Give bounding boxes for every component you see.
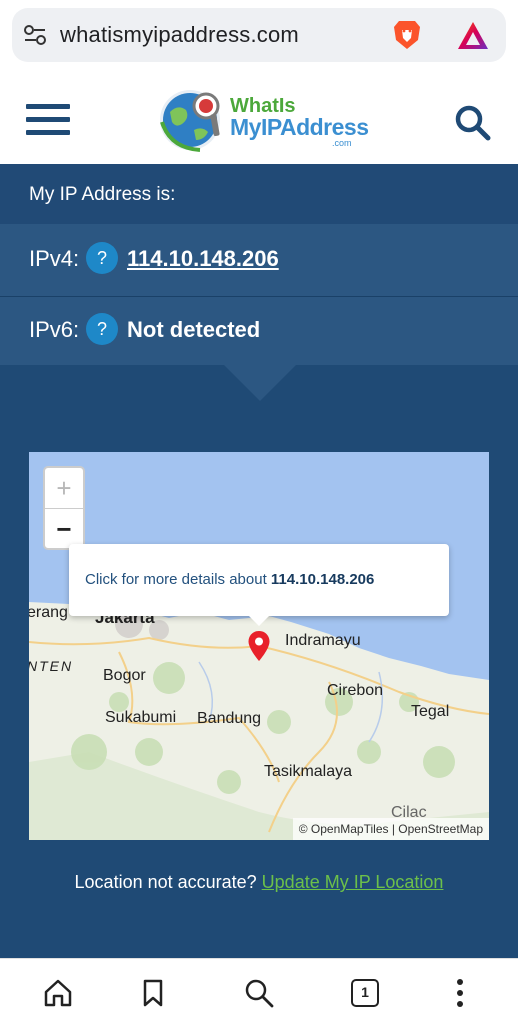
map-label-bogor: Bogor [103,667,146,684]
map-label-cirebon: Cirebon [327,682,384,699]
ipv4-address-link[interactable]: 114.10.148.206 [127,246,279,272]
url-text[interactable]: whatismyipaddress.com [60,22,299,48]
map-zoom-control: + − [43,466,85,550]
browser-bottom-toolbar: 1 [0,958,518,1025]
globe-logo-icon [160,90,220,152]
logo-suffix: .com [332,138,352,148]
map-label-tasikmalaya: Tasikmalaya [264,763,353,780]
menu-icon[interactable] [26,104,70,136]
ipv6-help-button[interactable]: ? [86,313,118,345]
location-map[interactable]: + − erang Jakarta NTEN Bogor Indramayu C… [29,452,489,840]
search-icon[interactable] [452,102,492,142]
site-header: WhatIs MyIPAddress .com [0,74,518,164]
toolbar-search-icon[interactable] [243,977,275,1009]
bookmark-icon[interactable] [137,977,169,1009]
update-location-link[interactable]: Update My IP Location [262,872,444,892]
location-accuracy-line: Location not accurate? Update My IP Loca… [0,872,518,893]
site-settings-icon[interactable] [22,22,48,48]
more-options-icon[interactable] [444,977,476,1009]
ipv4-label: IPv4: [29,246,80,271]
logo-wordmark: WhatIs MyIPAddress [230,95,369,140]
popup-ip: 114.10.148.206 [270,571,375,588]
browser-top-bar: whatismyipaddress.com [0,0,518,74]
map-attribution[interactable]: © OpenMapTiles | OpenStreetMap [292,818,489,840]
ipv6-label: IPv6: [29,317,80,342]
site-logo[interactable]: WhatIs MyIPAddress .com [156,82,369,156]
location-question: Location not accurate? [74,872,262,892]
map-label-bandung: Bandung [197,710,262,727]
location-pin-icon[interactable] [247,630,271,662]
zoom-out-button[interactable]: − [45,509,83,549]
zoom-in-button[interactable]: + [45,468,83,509]
popup-text[interactable]: Click for more details about 114.10.148.… [85,571,374,588]
map-popup[interactable]: Click for more details about 114.10.148.… [69,544,449,616]
ipv6-value: Not detected [127,317,261,342]
ip-heading-row: My IP Address is: [0,164,518,224]
ipv4-help-button[interactable]: ? [86,242,118,274]
ip-heading: My IP Address is: [29,184,176,205]
map-label-serang: erang [29,604,68,621]
map-label-tegal: Tegal [411,703,450,720]
brave-shield-icon[interactable] [390,18,424,52]
brave-rewards-icon[interactable] [456,20,490,52]
popup-tip [249,616,269,626]
map-label-sukabumi: Sukabumi [105,709,177,726]
map-label-banten: NTEN [29,658,74,674]
address-bar[interactable]: whatismyipaddress.com [12,8,506,62]
ipv4-row: IPv4: ? 114.10.148.206 [0,224,518,297]
ipv6-row: IPv6: ? Not detected [0,297,518,365]
map-label-indramayu: Indramayu [285,632,361,649]
tab-switcher-button[interactable]: 1 [351,979,379,1007]
home-icon[interactable] [42,977,74,1009]
panel-pointer [224,365,296,401]
